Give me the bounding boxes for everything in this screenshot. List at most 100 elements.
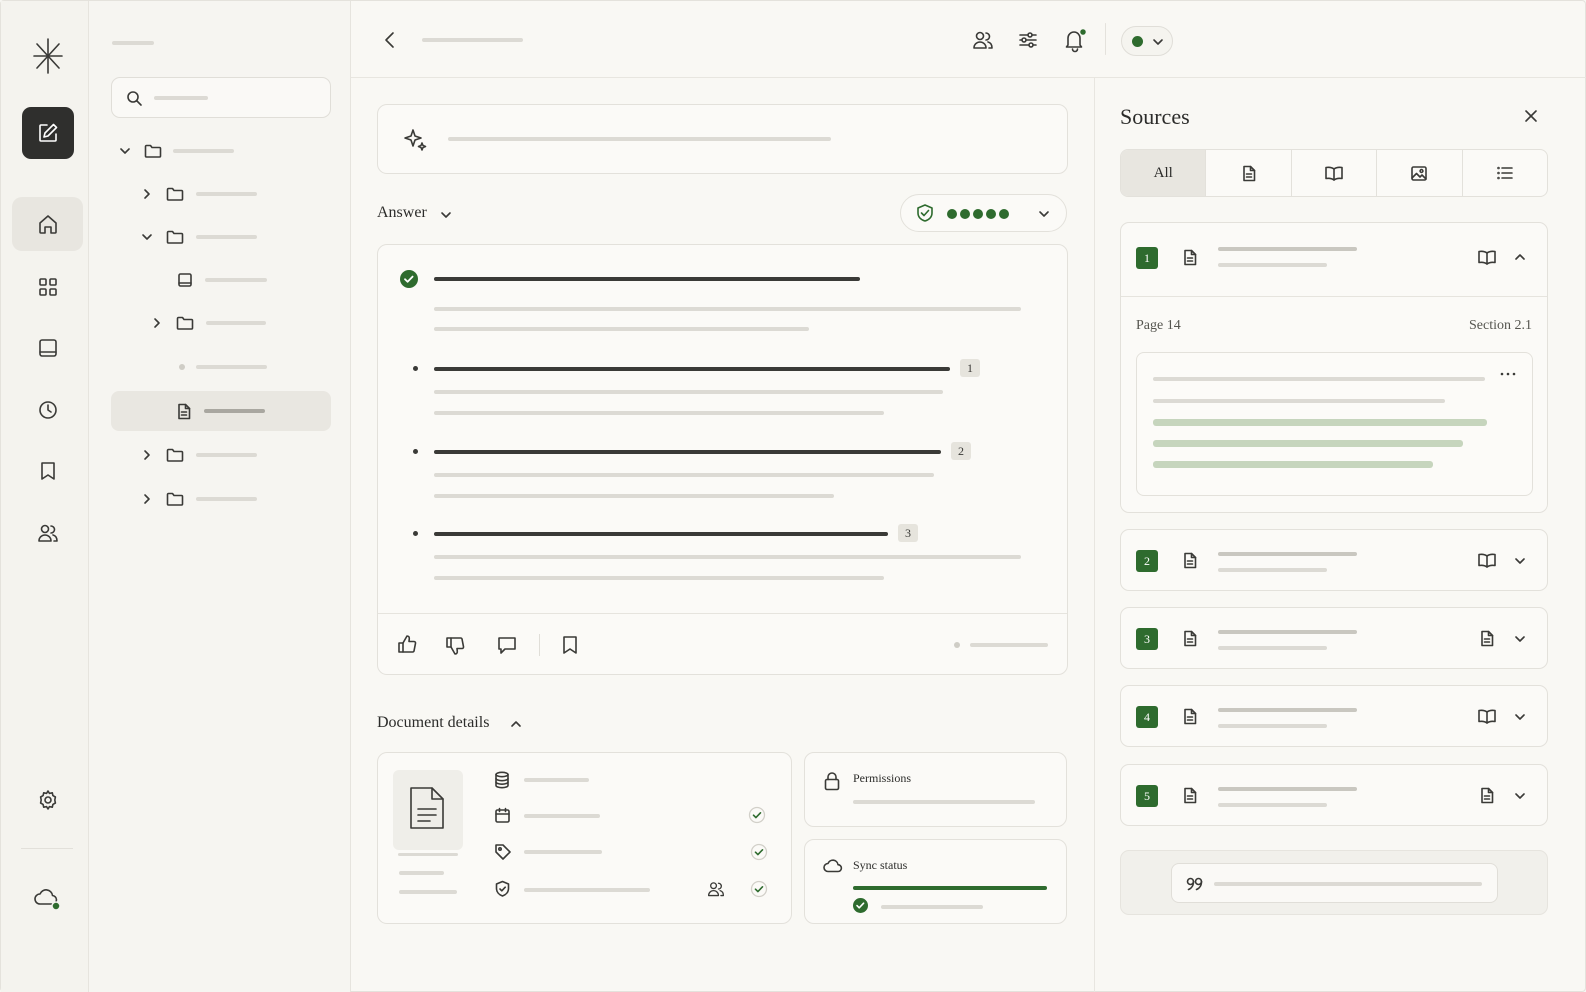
source-page-label: Page 14 — [1136, 318, 1181, 333]
tag-icon — [495, 844, 511, 860]
bookmark-icon — [40, 462, 55, 480]
tree-search-input[interactable] — [111, 77, 331, 118]
close-sources-button[interactable] — [1523, 108, 1539, 124]
answer-toggle[interactable]: Answer — [377, 203, 457, 227]
tree-item-dot[interactable] — [111, 347, 331, 387]
chevron-right-icon — [154, 318, 160, 328]
thumbs-up-button[interactable] — [396, 633, 418, 655]
tree-folder[interactable] — [111, 435, 331, 475]
share-people-button[interactable] — [970, 27, 996, 53]
citation-badge-1[interactable]: 1 — [960, 359, 980, 377]
tree-folder-expanded[interactable] — [111, 217, 331, 257]
nav-history-button[interactable] — [12, 383, 83, 437]
sync-status-card[interactable]: Sync status — [804, 839, 1067, 924]
check-icon — [750, 880, 768, 898]
document-thumbnail[interactable] — [393, 770, 463, 850]
tab-books[interactable] — [1292, 150, 1378, 196]
source-item-5[interactable]: 5 — [1120, 764, 1548, 826]
folder-icon — [166, 230, 184, 244]
point-line — [434, 532, 888, 536]
tab-images[interactable] — [1377, 150, 1463, 196]
tree-subfolder[interactable] — [111, 303, 331, 343]
nav-rail — [1, 1, 89, 992]
thumbs-down-icon — [446, 637, 465, 655]
save-answer-button[interactable] — [559, 634, 581, 656]
tab-documents[interactable] — [1206, 150, 1292, 196]
notifications-button[interactable] — [1062, 27, 1088, 53]
book-open-icon — [1478, 709, 1496, 724]
chevron-right-icon — [144, 450, 150, 460]
document-details-toggle[interactable]: Document details — [377, 713, 527, 737]
book-open-icon — [1478, 553, 1496, 568]
tree-folder[interactable] — [111, 479, 331, 519]
tab-lists[interactable] — [1463, 150, 1547, 196]
sources-panel: Sources All 1 Page 14 Section 2.1 2 3 4 … — [1094, 78, 1586, 992]
thumb-caption-line — [399, 890, 457, 894]
document-details-title: Document details — [377, 714, 490, 731]
cloud-sync-button[interactable] — [12, 871, 83, 925]
tree-folder[interactable] — [111, 174, 331, 214]
tablet-icon — [38, 339, 57, 357]
query-input[interactable] — [377, 104, 1068, 174]
sync-meta-placeholder — [881, 905, 983, 909]
source-item-3[interactable]: 3 — [1120, 607, 1548, 669]
tab-all[interactable]: All — [1121, 150, 1207, 196]
source-item-4[interactable]: 4 — [1120, 685, 1548, 747]
chevron-down-icon — [1153, 39, 1163, 45]
breadcrumb-placeholder — [422, 38, 523, 42]
cite-input[interactable] — [1171, 863, 1498, 903]
more-options-button[interactable] — [1499, 369, 1517, 379]
search-placeholder — [154, 96, 208, 100]
source-title-placeholder — [1218, 787, 1357, 791]
bullet — [413, 449, 418, 454]
chevron-down-icon — [1515, 558, 1525, 564]
filters-button[interactable] — [1015, 27, 1041, 53]
thumbs-down-button[interactable] — [444, 635, 466, 657]
lock-icon — [824, 772, 840, 791]
source-excerpt[interactable] — [1136, 352, 1533, 496]
chevron-down-icon — [1515, 714, 1525, 720]
comment-button[interactable] — [496, 634, 518, 656]
query-placeholder — [448, 137, 831, 141]
permissions-card[interactable]: Permissions — [804, 752, 1067, 827]
close-icon — [1525, 110, 1537, 122]
citation-badge-2[interactable]: 2 — [951, 442, 971, 460]
nav-home-button[interactable] — [12, 197, 83, 251]
tree-item-selected-document[interactable] — [111, 391, 331, 431]
tree-item-tablet[interactable] — [111, 260, 331, 300]
tree-title-placeholder — [112, 41, 154, 45]
document-icon — [410, 787, 444, 829]
back-button[interactable] — [377, 27, 403, 53]
citation-badge-3[interactable]: 3 — [898, 524, 918, 542]
search-icon — [127, 91, 142, 106]
answer-label: Answer — [377, 204, 427, 221]
rating-dot — [947, 209, 957, 219]
source-divider — [1121, 296, 1547, 297]
nav-apps-button[interactable] — [12, 260, 83, 314]
tablet-icon — [178, 273, 192, 287]
nav-library-button[interactable] — [12, 321, 83, 375]
source-item-2[interactable]: 2 — [1120, 529, 1548, 591]
settings-button[interactable] — [12, 773, 83, 827]
meta-date-placeholder — [524, 814, 600, 818]
chevron-down-icon — [142, 234, 152, 240]
tree-folder-root[interactable] — [111, 131, 331, 171]
confidence-dropdown[interactable] — [900, 194, 1067, 232]
source-number-badge: 5 — [1136, 785, 1158, 807]
home-icon — [38, 215, 57, 234]
folder-icon — [166, 492, 184, 506]
cloud-icon — [823, 859, 843, 873]
source-section-label: Section 2.1 — [1469, 318, 1532, 333]
status-dropdown[interactable] — [1121, 26, 1173, 56]
thumb-caption-line — [398, 853, 458, 856]
source-header[interactable]: 1 — [1121, 223, 1547, 296]
clock-icon — [38, 401, 57, 419]
comment-icon — [498, 637, 516, 654]
chevron-down-icon — [441, 212, 451, 218]
nav-bookmarks-button[interactable] — [12, 444, 83, 498]
new-note-button[interactable] — [22, 107, 74, 159]
calendar-icon — [495, 807, 510, 823]
nav-people-button[interactable] — [12, 506, 83, 560]
chevron-down-icon — [1515, 636, 1525, 642]
answer-footer-divider — [378, 613, 1067, 614]
